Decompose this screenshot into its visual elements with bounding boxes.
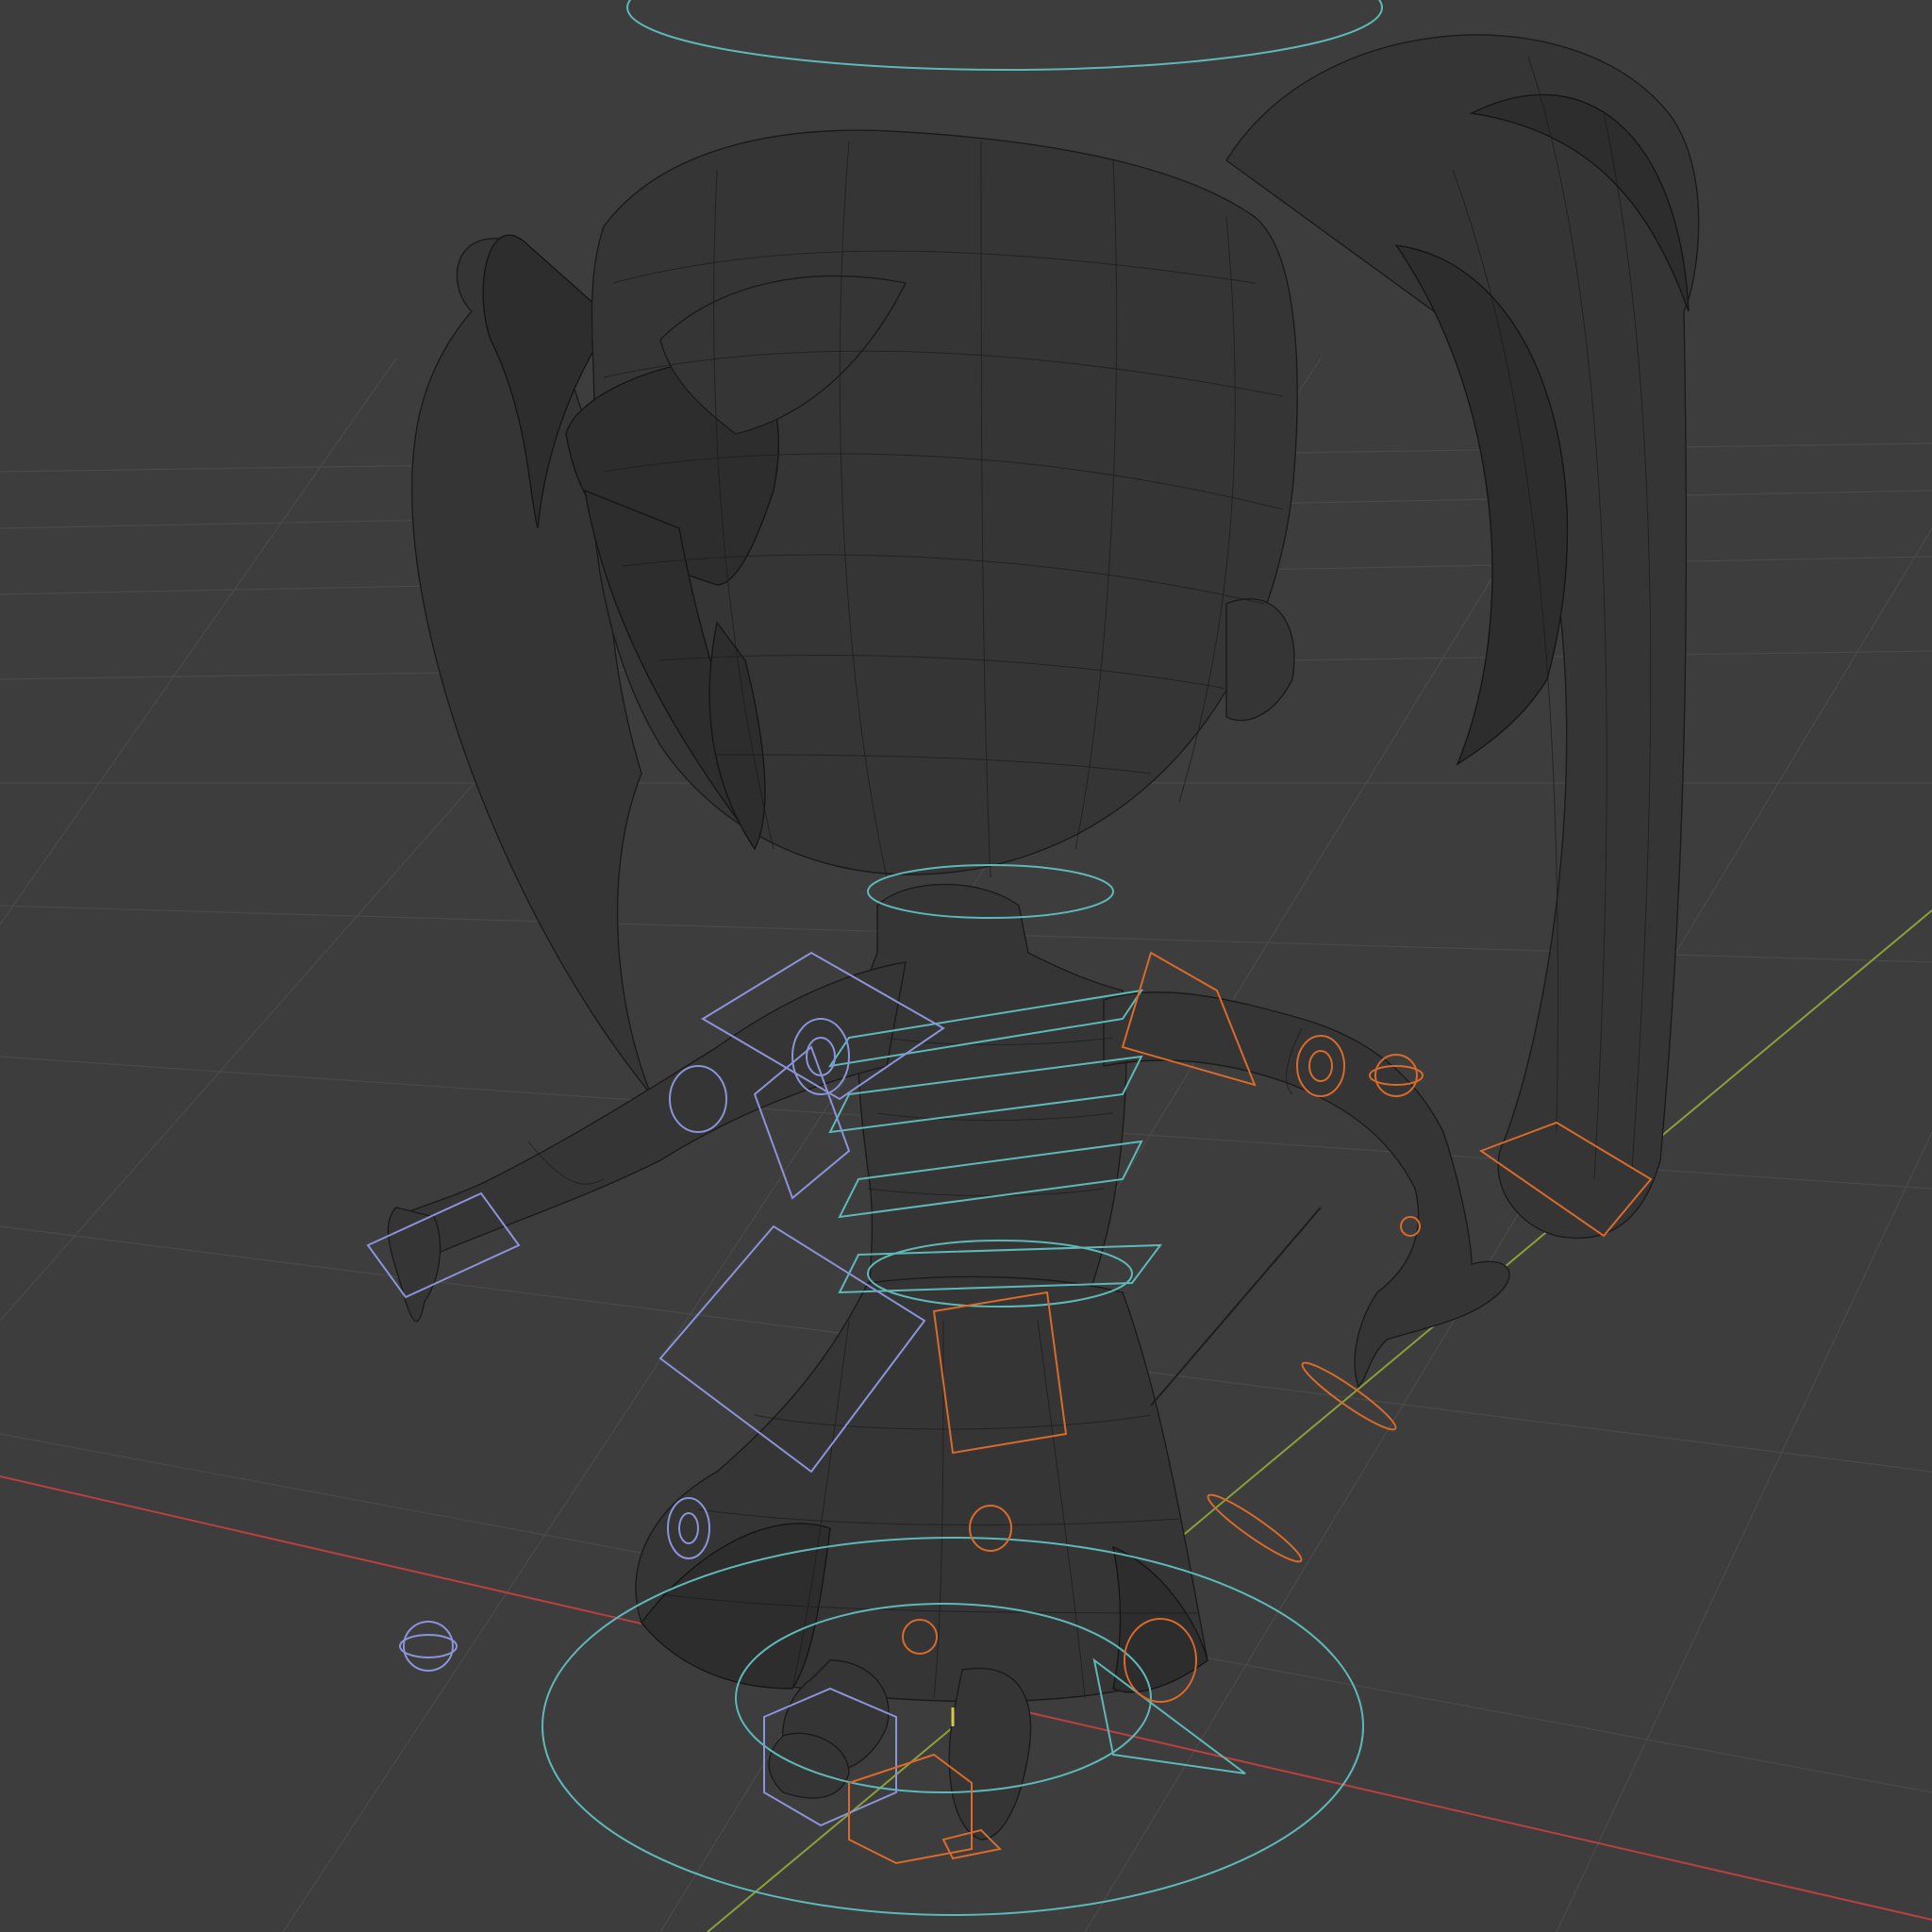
wrist-marker-right[interactable] xyxy=(1400,1216,1421,1237)
head-top-control[interactable] xyxy=(626,0,1383,71)
pole-target-left-ring[interactable] xyxy=(399,1634,458,1658)
3d-viewport[interactable] xyxy=(0,0,1932,1932)
bone-line xyxy=(1150,1207,1322,1407)
character-mesh[interactable] xyxy=(387,34,1700,1840)
pole-target-left[interactable] xyxy=(403,1621,454,1672)
finger-control-right-2[interactable] xyxy=(1203,1488,1307,1568)
